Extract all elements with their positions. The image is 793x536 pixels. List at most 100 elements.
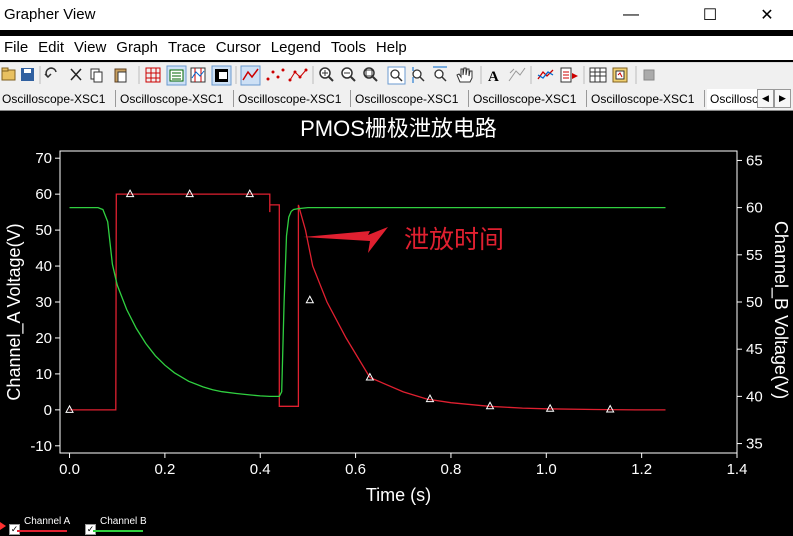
menu-cursor[interactable]: Cursor bbox=[212, 36, 267, 60]
menu-help[interactable]: Help bbox=[372, 36, 413, 60]
show-points-icon[interactable] bbox=[266, 68, 285, 81]
y-left-tick-label: 10 bbox=[35, 366, 52, 383]
legend-label-channel-a: Channel A bbox=[24, 516, 71, 527]
window-title: Grapher View bbox=[4, 6, 96, 23]
menu-view[interactable]: View bbox=[70, 36, 112, 60]
zoom-y-icon[interactable] bbox=[412, 67, 425, 83]
properties-icon[interactable] bbox=[612, 67, 628, 83]
show-lines-points-icon[interactable] bbox=[288, 68, 308, 82]
folder-open-icon[interactable] bbox=[1, 67, 16, 81]
legend-swatch-channel-b bbox=[93, 530, 143, 532]
zoom-out-icon[interactable] bbox=[341, 67, 356, 82]
channel-a-marker bbox=[305, 295, 315, 304]
tab-separator bbox=[468, 90, 469, 107]
tab-separator bbox=[704, 90, 705, 107]
y-left-tick-label: -10 bbox=[30, 438, 52, 455]
cut-icon[interactable] bbox=[70, 68, 82, 81]
grid-icon[interactable] bbox=[145, 67, 161, 83]
menu-bar: File Edit View Graph Trace Cursor Legend… bbox=[0, 36, 793, 60]
channel-a-marker bbox=[125, 189, 135, 198]
chart-title: PMOS栅极泄放电路 bbox=[300, 116, 497, 141]
channel-a-marker bbox=[185, 189, 195, 198]
zoom-region-icon[interactable] bbox=[433, 66, 447, 82]
tab-bar: Oscilloscope-XSC1 Oscilloscope-XSC1 Osci… bbox=[0, 87, 793, 111]
undo-icon[interactable] bbox=[44, 67, 57, 79]
label-icon[interactable] bbox=[508, 67, 526, 82]
menu-legend[interactable]: Legend bbox=[267, 36, 327, 60]
grapher-window: Grapher View — ☐ ✕ File Edit View Graph … bbox=[0, 0, 793, 536]
pan-icon[interactable] bbox=[456, 67, 473, 83]
zoom-in-icon[interactable] bbox=[319, 67, 334, 82]
tab-separator bbox=[233, 90, 234, 107]
annotation-text: 泄放时间 bbox=[404, 226, 504, 254]
tab-scroll-left-button[interactable]: ◀ bbox=[757, 89, 774, 108]
merge-icon[interactable] bbox=[537, 69, 554, 80]
y-left-tick-label: 20 bbox=[35, 330, 52, 347]
x-tick-label: 0.6 bbox=[345, 461, 366, 478]
invert-colors-icon[interactable] bbox=[211, 65, 232, 86]
y-right-axis-label: Channel_B Voltage(V) bbox=[770, 221, 791, 399]
y-left-tick-label: 50 bbox=[35, 222, 52, 239]
x-tick-label: 1.4 bbox=[727, 461, 748, 478]
menu-edit[interactable]: Edit bbox=[34, 36, 70, 60]
channel-a-marker bbox=[605, 404, 615, 413]
zoom-x-icon[interactable] bbox=[387, 66, 406, 85]
stop-icon[interactable] bbox=[643, 69, 655, 81]
menu-graph[interactable]: Graph bbox=[112, 36, 164, 60]
tab-scroll-arrows: ◀ ▶ bbox=[757, 89, 791, 108]
tab-oscilloscope-active[interactable]: Oscillosc bbox=[707, 89, 762, 109]
svg-text:A: A bbox=[488, 69, 499, 85]
active-trace-marker bbox=[0, 522, 6, 530]
y-right-tick-label: 45 bbox=[746, 341, 763, 358]
legend-label-channel-b: Channel B bbox=[100, 516, 147, 527]
y-right-tick-label: 35 bbox=[746, 436, 763, 453]
zoom-fit-icon[interactable] bbox=[363, 67, 378, 82]
save-icon[interactable] bbox=[21, 68, 34, 81]
annotation-arrow bbox=[303, 227, 388, 253]
tab-oscilloscope-2[interactable]: Oscilloscope-XSC1 bbox=[120, 89, 230, 109]
maximize-button[interactable]: ☐ bbox=[687, 0, 733, 30]
legend-swatch-channel-a bbox=[17, 530, 67, 532]
cursors-icon[interactable] bbox=[190, 67, 206, 83]
x-tick-label: 1.0 bbox=[536, 461, 557, 478]
y-left-tick-label: 60 bbox=[35, 186, 52, 203]
y-right-tick-label: 55 bbox=[746, 247, 763, 264]
menu-trace[interactable]: Trace bbox=[164, 36, 212, 60]
y-left-tick-label: 30 bbox=[35, 294, 52, 311]
y-left-tick-label: 0 bbox=[44, 402, 52, 419]
show-lines-icon[interactable] bbox=[240, 65, 261, 86]
legend-item-channel-b: ✓ Channel B bbox=[85, 516, 147, 535]
x-tick-label: 1.2 bbox=[631, 461, 652, 478]
channel-a-marker bbox=[245, 189, 255, 198]
tab-oscilloscope-4[interactable]: Oscilloscope-XSC1 bbox=[355, 89, 465, 109]
tab-oscilloscope-1[interactable]: Oscilloscope-XSC1 bbox=[2, 89, 112, 109]
paste-icon[interactable] bbox=[114, 68, 127, 83]
y-left-tick-label: 70 bbox=[35, 150, 52, 167]
legend-icon[interactable] bbox=[166, 65, 187, 86]
tab-oscilloscope-5[interactable]: Oscilloscope-XSC1 bbox=[473, 89, 583, 109]
plot-frame bbox=[59, 150, 738, 454]
legend: ✓ Channel A ✓ Channel B bbox=[0, 512, 793, 536]
y-right-tick-label: 40 bbox=[746, 388, 763, 405]
tab-oscilloscope-6[interactable]: Oscilloscope-XSC1 bbox=[591, 89, 701, 109]
y-left-axis-label: Channel_A Voltage(V) bbox=[4, 223, 25, 400]
export-icon[interactable] bbox=[589, 67, 607, 83]
tab-separator bbox=[350, 90, 351, 107]
menu-tools[interactable]: Tools bbox=[327, 36, 372, 60]
channel-a-marker bbox=[425, 394, 435, 403]
close-button[interactable]: ✕ bbox=[744, 0, 790, 30]
copy-icon[interactable] bbox=[90, 68, 103, 83]
x-tick-label: 0.8 bbox=[441, 461, 462, 478]
graph-area[interactable]: PMOS栅极泄放电路 0.0 0.2 0.4 0.6 0.8 1.0 1.2 1.4 -10 0 10… bbox=[0, 111, 793, 536]
channel-a-marker bbox=[65, 404, 74, 413]
title-icon[interactable]: A bbox=[488, 69, 499, 85]
menu-file[interactable]: File bbox=[0, 36, 34, 60]
tab-oscilloscope-3[interactable]: Oscilloscope-XSC1 bbox=[238, 89, 348, 109]
channel-a-marker bbox=[545, 403, 555, 412]
tab-scroll-right-button[interactable]: ▶ bbox=[774, 89, 791, 108]
y-right-tick-label: 60 bbox=[746, 200, 763, 217]
select-trace-icon[interactable] bbox=[560, 67, 578, 83]
x-tick-label: 0.4 bbox=[250, 461, 271, 478]
y-right-tick-label: 50 bbox=[746, 294, 763, 311]
minimize-button[interactable]: — bbox=[608, 0, 654, 30]
